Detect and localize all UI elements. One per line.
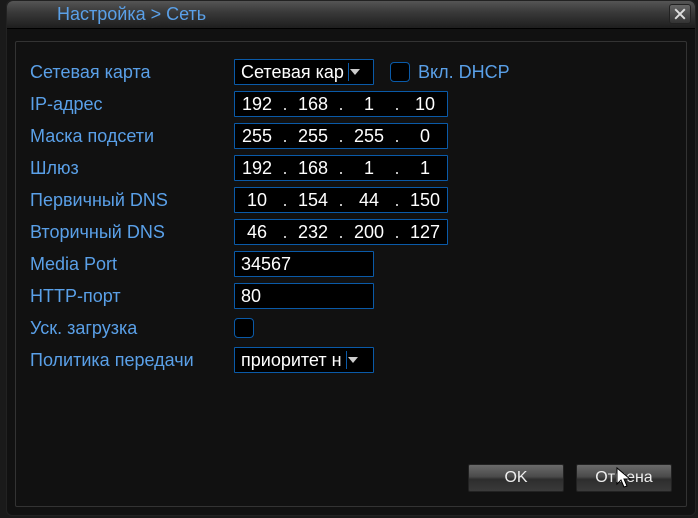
close-button[interactable]: [669, 4, 691, 24]
nic-select-value: Сетевая кар: [241, 62, 344, 83]
http-port-input[interactable]: 80: [234, 283, 374, 309]
media-port-input[interactable]: 34567: [234, 251, 374, 277]
chevron-down-icon: [346, 351, 360, 369]
dialog-footer: OK Отмена: [468, 464, 672, 492]
http-port-label: HTTP-порт: [26, 286, 234, 307]
dns2-input[interactable]: 46. 232. 200. 127: [234, 219, 448, 245]
dhcp-checkbox[interactable]: [390, 62, 410, 82]
nic-select[interactable]: Сетевая кар: [234, 59, 374, 85]
hs-download-label: Уск. загрузка: [26, 318, 234, 339]
dns2-label: Вторичный DNS: [26, 222, 234, 243]
dns1-label: Первичный DNS: [26, 190, 234, 211]
gateway-label: Шлюз: [26, 158, 234, 179]
chevron-down-icon: [348, 63, 362, 81]
media-port-label: Media Port: [26, 254, 234, 275]
nic-label: Сетевая карта: [26, 62, 234, 83]
window-title: Настройка > Сеть: [57, 4, 206, 25]
titlebar: Настройка > Сеть: [7, 1, 695, 29]
transfer-policy-value: приоритет н: [241, 350, 342, 371]
dhcp-label: Вкл. DHCP: [418, 62, 510, 83]
hs-download-checkbox[interactable]: [234, 318, 254, 338]
mask-label: Маска подсети: [26, 126, 234, 147]
cancel-button[interactable]: Отмена: [576, 464, 672, 492]
dns1-input[interactable]: 10. 154. 44. 150: [234, 187, 448, 213]
transfer-policy-label: Политика передачи: [26, 350, 234, 371]
ip-input[interactable]: 192. 168. 1. 10: [234, 91, 448, 117]
mask-input[interactable]: 255. 255. 255. 0: [234, 123, 448, 149]
ok-button[interactable]: OK: [468, 464, 564, 492]
settings-window: Настройка > Сеть Сетевая карта Сетевая к…: [6, 0, 696, 516]
ip-label: IP-адрес: [26, 94, 234, 115]
transfer-policy-select[interactable]: приоритет н: [234, 347, 374, 373]
gateway-input[interactable]: 192. 168. 1. 1: [234, 155, 448, 181]
content-panel: Сетевая карта Сетевая кар Вкл. DHCP IP-а…: [15, 41, 687, 507]
